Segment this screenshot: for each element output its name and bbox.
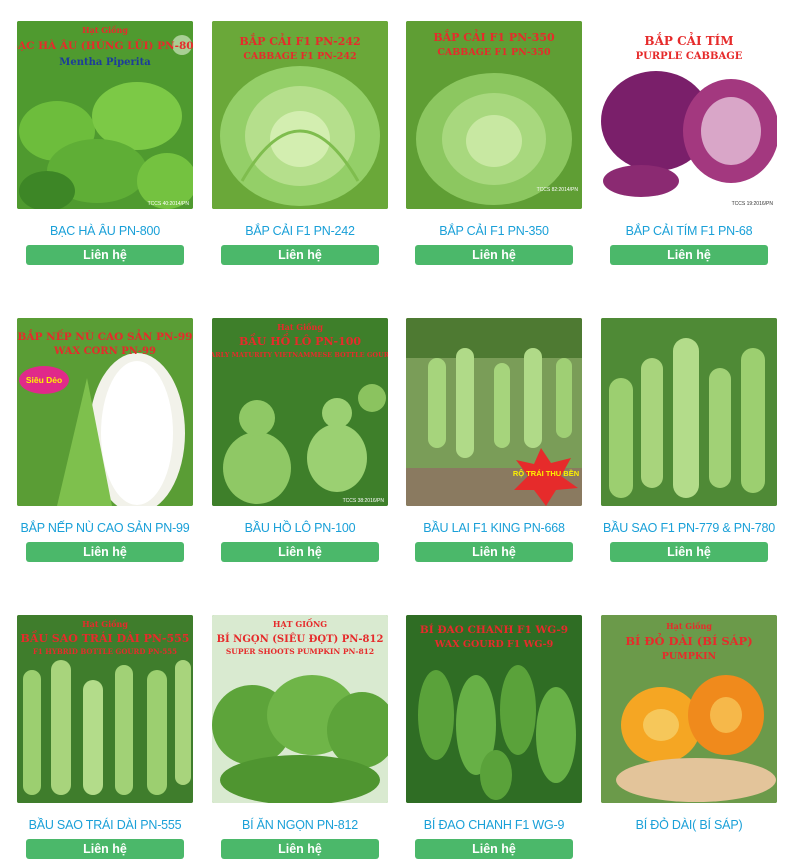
pack-title-text: BÍ NGỌN (SIÊU ĐỌT) PN-812	[217, 633, 384, 645]
contact-button[interactable]: Liên hệ	[26, 542, 184, 562]
pack-sub-text: PUMPKIN	[662, 651, 717, 662]
product-name[interactable]: BÍ ĂN NGỌN PN-812	[212, 817, 388, 833]
pack-title-text: BẠC HÀ ÂU (HÚNG LŨI) PN-800	[17, 38, 193, 52]
product-image[interactable]: Hạt Giống BẠC HÀ ÂU (HÚNG LŨI) PN-800 Me…	[17, 21, 193, 209]
pack-sub-text: SUPER SHOOTS PUMPKIN PN-812	[226, 647, 374, 656]
product-name[interactable]: BẮP CẢI F1 PN-242	[212, 223, 388, 239]
pack-title-text: BẦU SAO TRÁI DÀI PN-555	[21, 630, 190, 645]
product-card[interactable]: Hạt Giống BÍ ĐỎ DÀI (BÍ SÁP) PUMPKIN BÍ …	[601, 615, 777, 833]
pack-title-text: BÍ ĐAO CHANH F1 WG-9	[420, 622, 568, 636]
bottle-gourd-package-image	[601, 318, 777, 506]
cabbage-package-image: BẮP CẢI F1 PN-350 CABBAGE F1 PN-350 TCCS…	[406, 21, 582, 209]
pack-sub-text: Mentha Piperita	[59, 57, 151, 68]
product-image[interactable]: Hạt Giống BẦU HỒ LÔ PN-100 EARLY MATURIT…	[212, 318, 388, 506]
product-card[interactable]: BẮP CẢI F1 PN-350 CABBAGE F1 PN-350 TCCS…	[406, 21, 582, 265]
pack-small-text: Hạt Giống	[82, 25, 128, 35]
product-name[interactable]: BẦU HỒ LÔ PN-100	[212, 520, 388, 536]
product-image[interactable]	[601, 318, 777, 506]
product-card[interactable]: BẮP CẢI F1 PN-242 CABBAGE F1 PN-242 BẮP …	[212, 21, 388, 265]
bottle-gourd-package-image: RỘ TRÁI THU BỀN	[406, 318, 582, 506]
pack-small-text: HẠT GIỐNG	[273, 619, 327, 629]
pack-code-text: TCCS 40:2014/PN	[148, 201, 190, 207]
contact-button[interactable]: Liên hệ	[26, 245, 184, 265]
pack-title-text: BÍ ĐỎ DÀI (BÍ SÁP)	[625, 633, 752, 648]
contact-button[interactable]: Liên hệ	[610, 245, 768, 265]
product-card[interactable]: Hạt Giống BẦU HỒ LÔ PN-100 EARLY MATURIT…	[212, 318, 388, 562]
product-name[interactable]: BẠC HÀ ÂU PN-800	[17, 223, 193, 239]
pack-sub-text: PURPLE CABBAGE	[636, 51, 743, 62]
product-name[interactable]: BẮP CẢI F1 PN-350	[406, 223, 582, 239]
contact-button[interactable]: Liên hệ	[415, 839, 573, 859]
contact-button[interactable]: Liên hệ	[221, 245, 379, 265]
gourd-package-image: Hạt Giống BẦU HỒ LÔ PN-100 EARLY MATURIT…	[212, 318, 388, 506]
pumpkin-package-image: Hạt Giống BÍ ĐỎ DÀI (BÍ SÁP) PUMPKIN	[601, 615, 777, 803]
product-card[interactable]: HẠT GIỐNG BÍ NGỌN (SIÊU ĐỌT) PN-812 SUPE…	[212, 615, 388, 859]
product-name[interactable]: BẮP NẾP NÙ CAO SẢN PN-99	[17, 520, 193, 536]
product-image[interactable]: Hạt Giống BÍ ĐỎ DÀI (BÍ SÁP) PUMPKIN	[601, 615, 777, 803]
contact-button[interactable]: Liên hệ	[415, 542, 573, 562]
pack-title-text: BẮP CẢI TÍM	[644, 31, 733, 48]
pack-code-text: TCCS 82:2014/PN	[537, 187, 579, 193]
pack-code-text: TCCS 19:2016/PN	[732, 201, 774, 207]
product-name[interactable]: BÍ ĐỎ DÀI( BÍ SÁP)	[601, 817, 777, 833]
product-name[interactable]: BÍ ĐAO CHANH F1 WG-9	[406, 817, 582, 833]
pack-small-text: Hạt Giống	[277, 322, 323, 332]
contact-button[interactable]: Liên hệ	[221, 542, 379, 562]
product-image[interactable]: RỘ TRÁI THU BỀN	[406, 318, 582, 506]
product-image[interactable]: Hạt Giống BẦU SAO TRÁI DÀI PN-555 F1 HYB…	[17, 615, 193, 803]
product-image[interactable]: BẮP NẾP NÙ CAO SẢN PN-99 WAX CORN PN-99 …	[17, 318, 193, 506]
product-image[interactable]: BẮP CẢI F1 PN-242 CABBAGE F1 PN-242	[212, 21, 388, 209]
pack-sub-text: WAX GOURD F1 WG-9	[434, 639, 554, 650]
product-card[interactable]: Hạt Giống BẦU SAO TRÁI DÀI PN-555 F1 HYB…	[17, 615, 193, 859]
product-image[interactable]: BẮP CẢI F1 PN-350 CABBAGE F1 PN-350 TCCS…	[406, 21, 582, 209]
pack-title-text: BẮP NẾP NÙ CAO SẢN PN-99	[18, 328, 193, 343]
product-card[interactable]: BÍ ĐAO CHANH F1 WG-9 WAX GOURD F1 WG-9 B…	[406, 615, 582, 859]
pack-sub-text: CABBAGE F1 PN-350	[437, 47, 551, 58]
product-card[interactable]: RỘ TRÁI THU BỀN BẦU LAI F1 KING PN-668 L…	[406, 318, 582, 562]
pack-sub-text: CABBAGE F1 PN-242	[243, 51, 356, 62]
long-gourd-package-image: Hạt Giống BẦU SAO TRÁI DÀI PN-555 F1 HYB…	[17, 615, 193, 803]
pack-title-text: BẦU HỒ LÔ PN-100	[239, 333, 361, 348]
mint-package-image: Hạt Giống BẠC HÀ ÂU (HÚNG LŨI) PN-800 Me…	[17, 21, 193, 209]
product-name[interactable]: BẦU SAO TRÁI DÀI PN-555	[17, 817, 193, 833]
product-card[interactable]: BẮP CẢI TÍM PURPLE CABBAGE TCCS 19:2016/…	[601, 21, 777, 265]
purple-cabbage-package-image: BẮP CẢI TÍM PURPLE CABBAGE TCCS 19:2016/…	[601, 21, 777, 209]
product-image[interactable]: BÍ ĐAO CHANH F1 WG-9 WAX GOURD F1 WG-9	[406, 615, 582, 803]
pack-sub-text: EARLY MATURITY VIETNAMMESE BOTTLE GOURD	[212, 351, 388, 359]
pack-code-text: TCCS 38:2016/PN	[343, 498, 385, 504]
contact-button[interactable]: Liên hệ	[415, 245, 573, 265]
product-card[interactable]: BẦU SAO F1 PN-779 & PN-780 Liên hệ	[601, 318, 777, 562]
product-image[interactable]: BẮP CẢI TÍM PURPLE CABBAGE TCCS 19:2016/…	[601, 21, 777, 209]
product-image[interactable]: HẠT GIỐNG BÍ NGỌN (SIÊU ĐỌT) PN-812 SUPE…	[212, 615, 388, 803]
pack-sub-text: WAX CORN PN-99	[53, 346, 156, 357]
contact-button[interactable]: Liên hệ	[610, 542, 768, 562]
pack-badge-text: Siêu Dẻo	[26, 375, 62, 385]
product-name[interactable]: BẦU SAO F1 PN-779 & PN-780	[601, 520, 777, 536]
pack-badge-text: RỘ TRÁI THU BỀN	[513, 468, 579, 478]
pumpkin-shoots-package-image: HẠT GIỐNG BÍ NGỌN (SIÊU ĐỌT) PN-812 SUPE…	[212, 615, 388, 803]
product-card[interactable]: BẮP NẾP NÙ CAO SẢN PN-99 WAX CORN PN-99 …	[17, 318, 193, 562]
wax-gourd-package-image: BÍ ĐAO CHANH F1 WG-9 WAX GOURD F1 WG-9	[406, 615, 582, 803]
contact-button[interactable]: Liên hệ	[221, 839, 379, 859]
cabbage-package-image: BẮP CẢI F1 PN-242 CABBAGE F1 PN-242	[212, 21, 388, 209]
pack-small-text: Hạt Giống	[82, 619, 128, 629]
product-grid: Hạt Giống BẠC HÀ ÂU (HÚNG LŨI) PN-800 Me…	[0, 0, 804, 859]
product-card[interactable]: Hạt Giống BẠC HÀ ÂU (HÚNG LŨI) PN-800 Me…	[17, 21, 193, 265]
pack-title-text: BẮP CẢI F1 PN-242	[239, 33, 360, 48]
pack-small-text: Hạt Giống	[666, 621, 712, 631]
product-name[interactable]: BẮP CẢI TÍM F1 PN-68	[601, 223, 777, 239]
pack-title-text: BẮP CẢI F1 PN-350	[433, 29, 555, 44]
pack-sub-text: F1 HYBRID BOTTLE GOURD PN-555	[33, 647, 177, 656]
corn-package-image: BẮP NẾP NÙ CAO SẢN PN-99 WAX CORN PN-99 …	[17, 318, 193, 506]
product-name[interactable]: BẦU LAI F1 KING PN-668	[406, 520, 582, 536]
contact-button[interactable]: Liên hệ	[26, 839, 184, 859]
